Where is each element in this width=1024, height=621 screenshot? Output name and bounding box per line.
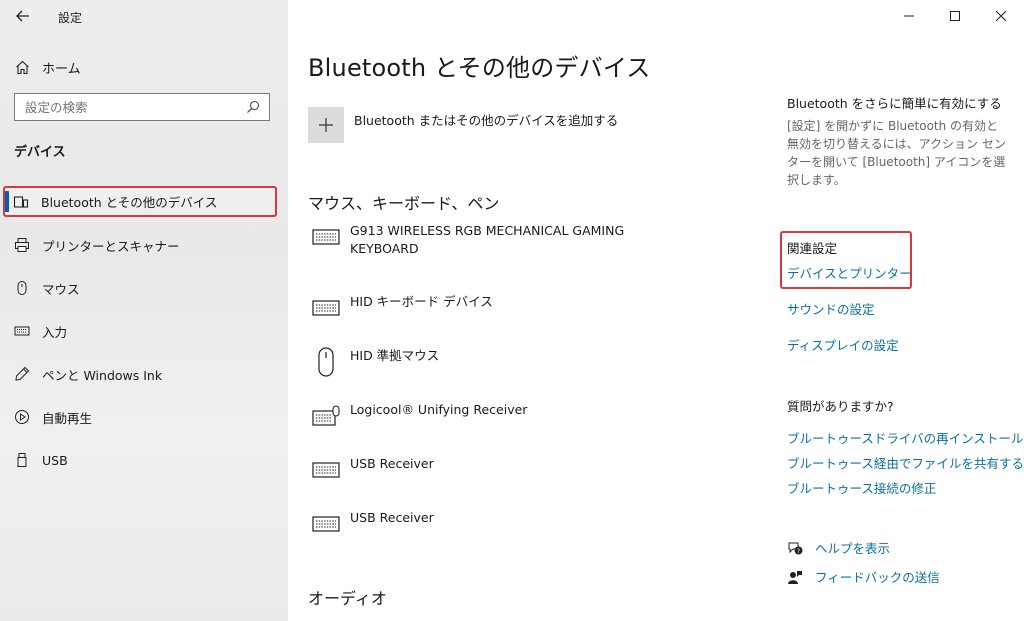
sidebar-item-pen[interactable]: ペンと Windows Ink: [14, 363, 162, 385]
bluetooth-devices-icon: [13, 194, 29, 210]
add-device-row[interactable]: Bluetooth またはその他のデバイスを追加する: [308, 107, 618, 143]
device-item[interactable]: G913 WIRELESS RGB MECHANICAL GAMING KEYB…: [308, 222, 630, 258]
group-heading-audio: オーディオ: [308, 589, 387, 608]
home-icon: [14, 59, 30, 75]
sidebar-item-label: Bluetooth とその他のデバイス: [41, 195, 218, 210]
device-item[interactable]: USB Receiver: [308, 509, 630, 539]
link-display-settings[interactable]: ディスプレイの設定: [787, 335, 899, 354]
printer-icon: [14, 237, 30, 253]
help-row[interactable]: ? ヘルプを表示: [787, 538, 890, 557]
keyboard-mouse-icon: [308, 401, 344, 431]
sidebar-item-mouse[interactable]: マウス: [14, 277, 80, 299]
device-name: USB Receiver: [350, 510, 434, 525]
plus-icon: [319, 118, 333, 132]
app-title: 設定: [58, 11, 83, 25]
close-icon: [996, 11, 1006, 21]
back-button[interactable]: [12, 6, 34, 26]
device-name: Logicool® Unifying Receiver: [350, 402, 528, 417]
titlebar-left: 設定: [0, 0, 288, 32]
sidebar: 設定 ホーム デバイス Bluetooth とその他のデバイス: [0, 0, 288, 621]
add-device-label: Bluetooth またはその他のデバイスを追加する: [354, 113, 619, 128]
search-input[interactable]: [23, 98, 245, 116]
sidebar-item-label: マウス: [42, 281, 80, 297]
device-item[interactable]: HID キーボード デバイス: [308, 293, 630, 323]
keyboard-icon: [308, 293, 344, 323]
questions-heading: 質問がありますか?: [787, 399, 894, 414]
back-arrow-icon: [16, 10, 29, 22]
add-device-button[interactable]: [308, 107, 344, 143]
selection-indicator: [5, 191, 9, 212]
home-nav-item[interactable]: ホーム: [14, 56, 81, 78]
minimize-button[interactable]: [886, 0, 932, 32]
keyboard-icon: [308, 509, 344, 539]
help-label: ヘルプを表示: [815, 541, 891, 556]
related-settings-heading: 関連設定: [787, 241, 838, 256]
device-name: HID キーボード デバイス: [350, 294, 493, 309]
home-label: ホーム: [42, 61, 81, 77]
group-heading-input-devices: マウス、キーボード、ペン: [308, 194, 500, 213]
device-name: G913 WIRELESS RGB MECHANICAL GAMING KEYB…: [350, 223, 625, 256]
link-devices-and-printers[interactable]: デバイスとプリンター: [787, 263, 912, 282]
autoplay-icon: [14, 409, 30, 425]
device-item[interactable]: HID 準拠マウス: [308, 347, 630, 377]
bluetooth-tip-heading: Bluetooth をさらに簡単に有効にする: [787, 96, 1002, 111]
sidebar-item-autoplay[interactable]: 自動再生: [14, 406, 92, 428]
link-sound-settings[interactable]: サウンドの設定: [787, 299, 875, 318]
usb-icon: [14, 452, 30, 468]
feedback-label: フィードバックの送信: [815, 570, 940, 585]
sidebar-item-label: USB: [42, 452, 68, 468]
mouse-icon: [308, 347, 344, 377]
keyboard-icon: [14, 323, 30, 339]
maximize-icon: [950, 11, 960, 21]
keyboard-icon: [308, 222, 344, 252]
sidebar-item-label: 自動再生: [42, 410, 93, 426]
pen-icon: [14, 366, 30, 382]
section-label-devices: デバイス: [14, 145, 66, 160]
page-title: Bluetooth とその他のデバイス: [308, 54, 651, 82]
search-icon[interactable]: [245, 99, 261, 115]
search-box[interactable]: [14, 93, 270, 121]
feedback-icon: [787, 569, 803, 585]
sidebar-item-printers[interactable]: プリンターとスキャナー: [14, 234, 180, 256]
sidebar-item-input[interactable]: 入力: [14, 320, 67, 342]
sidebar-item-label: 入力: [42, 324, 68, 340]
svg-text:?: ?: [797, 548, 800, 555]
device-item[interactable]: USB Receiver: [308, 455, 630, 485]
device-item[interactable]: Logicool® Unifying Receiver: [308, 401, 630, 431]
bluetooth-tip-description: [設定] を開かずに Bluetooth の有効と無効を切り替えるには、アクショ…: [787, 119, 1006, 187]
sidebar-item-bluetooth[interactable]: Bluetooth とその他のデバイス: [3, 186, 277, 217]
sidebar-item-label: ペンと Windows Ink: [42, 367, 163, 383]
link-fix-connection[interactable]: ブルートゥース接続の修正: [787, 478, 936, 497]
maximize-button[interactable]: [932, 0, 978, 32]
link-reinstall-driver[interactable]: ブルートゥースドライバの再インストール: [787, 428, 1023, 447]
sidebar-item-label: プリンターとスキャナー: [42, 238, 180, 254]
help-icon: ?: [787, 540, 803, 556]
window-controls: [886, 0, 1024, 32]
settings-window: 設定 ホーム デバイス Bluetooth とその他のデバイス: [0, 0, 1024, 621]
minimize-icon: [904, 15, 914, 17]
device-name: HID 準拠マウス: [350, 348, 440, 363]
sidebar-item-usb[interactable]: USB: [14, 449, 68, 471]
device-name: USB Receiver: [350, 456, 434, 471]
link-share-files[interactable]: ブルートゥース経由でファイルを共有する: [787, 453, 1024, 472]
feedback-row[interactable]: フィードバックの送信: [787, 567, 940, 586]
keyboard-icon: [308, 455, 344, 485]
close-button[interactable]: [978, 0, 1024, 32]
mouse-icon: [14, 280, 30, 296]
